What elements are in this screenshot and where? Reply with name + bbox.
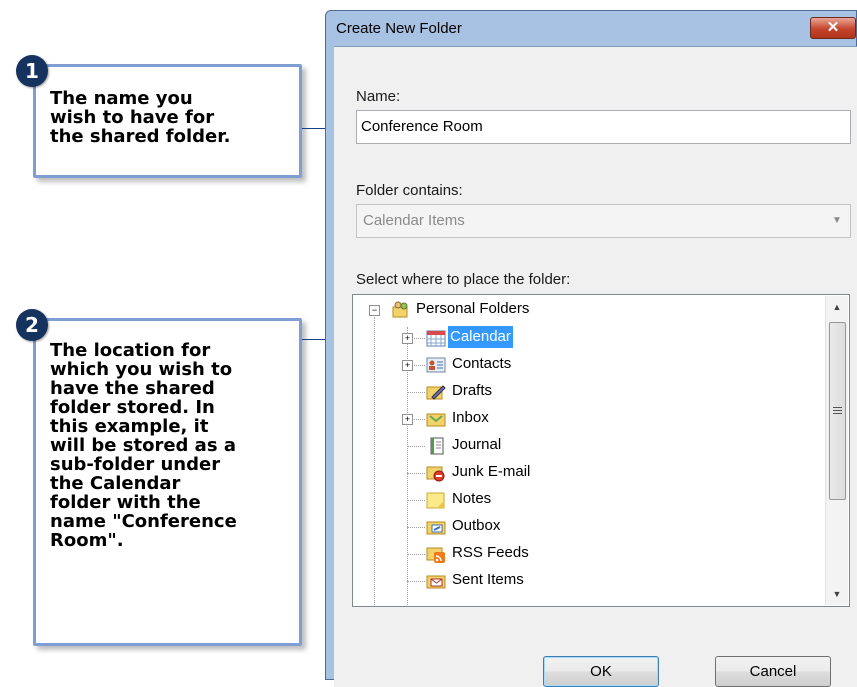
callout-name-line: the shared folder. xyxy=(50,126,231,147)
callout-location-line: this example, it xyxy=(50,416,209,437)
notes-icon xyxy=(426,491,446,509)
tree-connector xyxy=(407,446,425,447)
tree-item-label: Calendar xyxy=(448,326,513,348)
tree-item-drafts[interactable]: Drafts xyxy=(353,379,823,405)
close-button[interactable]: ✕ xyxy=(810,17,856,39)
tree-item-label: Notes xyxy=(452,490,492,507)
title-bar[interactable]: Create New Folder ✕ xyxy=(326,11,856,45)
tree-item-label: Drafts xyxy=(452,382,493,399)
callout-location-line: sub-folder under xyxy=(50,454,221,475)
tree-connector xyxy=(407,473,425,474)
tree-item-contacts[interactable]: + Contacts xyxy=(353,352,823,378)
inbox-icon xyxy=(426,410,446,428)
tree-scrollbar[interactable]: ▲ ▼ xyxy=(825,296,848,605)
callout-location-line: which you wish to xyxy=(50,359,233,380)
tree-item-label: Junk E-mail xyxy=(452,463,531,480)
tree-connector xyxy=(407,554,425,555)
callout-name-line: wish to have for xyxy=(50,107,215,128)
tree-item-inbox[interactable]: + Inbox xyxy=(353,406,823,432)
contacts-icon xyxy=(426,356,446,374)
rss-feeds-icon xyxy=(426,545,446,563)
callout-number-badge: 2 xyxy=(16,309,48,341)
tree-item-label: Personal Folders xyxy=(416,300,530,317)
callout-location-line: folder with the xyxy=(50,492,201,513)
tree-item-personal-folders[interactable]: − Personal Folders xyxy=(353,297,823,323)
tree-item-label: Journal xyxy=(452,436,502,453)
tree-connector xyxy=(407,581,425,582)
tree-item-sent-items[interactable]: Sent Items xyxy=(353,568,823,594)
callout-name-line: The name you xyxy=(50,88,193,109)
drafts-icon xyxy=(426,383,446,401)
expand-icon: + xyxy=(402,360,413,371)
cancel-button[interactable]: Cancel xyxy=(715,656,831,687)
tree-connector xyxy=(407,500,425,501)
callout-location-line: the Calendar xyxy=(50,473,181,494)
outbox-icon xyxy=(426,518,446,536)
scroll-thumb[interactable] xyxy=(829,322,846,500)
expand-icon: + xyxy=(402,333,413,344)
tree-item-label: Sent Items xyxy=(452,571,524,588)
scroll-down-icon[interactable]: ▼ xyxy=(826,583,848,605)
callout-location-line: folder stored. In xyxy=(50,397,215,418)
place-folder-label: Select where to place the folder: xyxy=(356,271,571,288)
tree-item-rss-feeds[interactable]: RSS Feeds xyxy=(353,541,823,567)
expand-icon: + xyxy=(402,414,413,425)
tree-item-outbox[interactable]: Outbox xyxy=(353,514,823,540)
ok-button[interactable]: OK xyxy=(543,656,659,687)
callout-location-line: The location for xyxy=(50,340,211,361)
folder-name-input[interactable]: Conference Room xyxy=(356,110,851,144)
tree-item-journal[interactable]: Journal xyxy=(353,433,823,459)
callout-name: The name you wish to have for the shared… xyxy=(33,64,302,178)
personal-folders-icon xyxy=(391,301,411,319)
tree-item-notes[interactable]: Notes xyxy=(353,487,823,513)
grip-line xyxy=(833,410,842,411)
tree-item-label: RSS Feeds xyxy=(452,544,529,561)
folder-contains-label: Folder contains: xyxy=(356,182,463,199)
tree-item-label: Contacts xyxy=(452,355,512,372)
callout-location-line: have the shared xyxy=(50,378,215,399)
dialog-title: Create New Folder xyxy=(336,20,462,37)
callout-location-line: name "Conference xyxy=(50,511,237,532)
junk-email-icon xyxy=(426,464,446,482)
tree-item-label: Outbox xyxy=(452,517,501,534)
callout-number-badge: 1 xyxy=(16,55,48,87)
grip-line xyxy=(833,413,842,414)
grip-line xyxy=(833,407,842,408)
tree-connector xyxy=(407,392,425,393)
collapse-icon: − xyxy=(369,305,380,316)
tree-item-calendar[interactable]: + Calendar xyxy=(353,325,823,351)
folder-contains-select[interactable]: Calendar Items ▼ xyxy=(356,204,851,238)
name-label: Name: xyxy=(356,88,401,105)
folder-tree[interactable]: − Personal Folders + Calendar + Contacts… xyxy=(352,294,850,607)
sent-items-icon xyxy=(426,572,446,590)
chevron-down-icon: ▼ xyxy=(832,215,842,226)
calendar-icon xyxy=(426,329,446,347)
folder-contains-value: Calendar Items xyxy=(363,212,465,229)
callout-location-line: Room". xyxy=(50,530,124,551)
journal-icon xyxy=(426,437,446,455)
callout-location: The location for which you wish to have … xyxy=(33,318,302,646)
create-new-folder-dialog: Create New Folder ✕ Name: Conference Roo… xyxy=(325,10,857,687)
tree-connector xyxy=(407,527,425,528)
tree-item-junk-email[interactable]: Junk E-mail xyxy=(353,460,823,486)
tree-item-label: Inbox xyxy=(452,409,489,426)
close-icon: ✕ xyxy=(826,19,840,36)
callout-location-line: will be stored as a xyxy=(50,435,236,456)
scroll-up-icon[interactable]: ▲ xyxy=(826,296,848,318)
dialog-body: Name: Conference Room Folder contains: C… xyxy=(334,46,857,687)
